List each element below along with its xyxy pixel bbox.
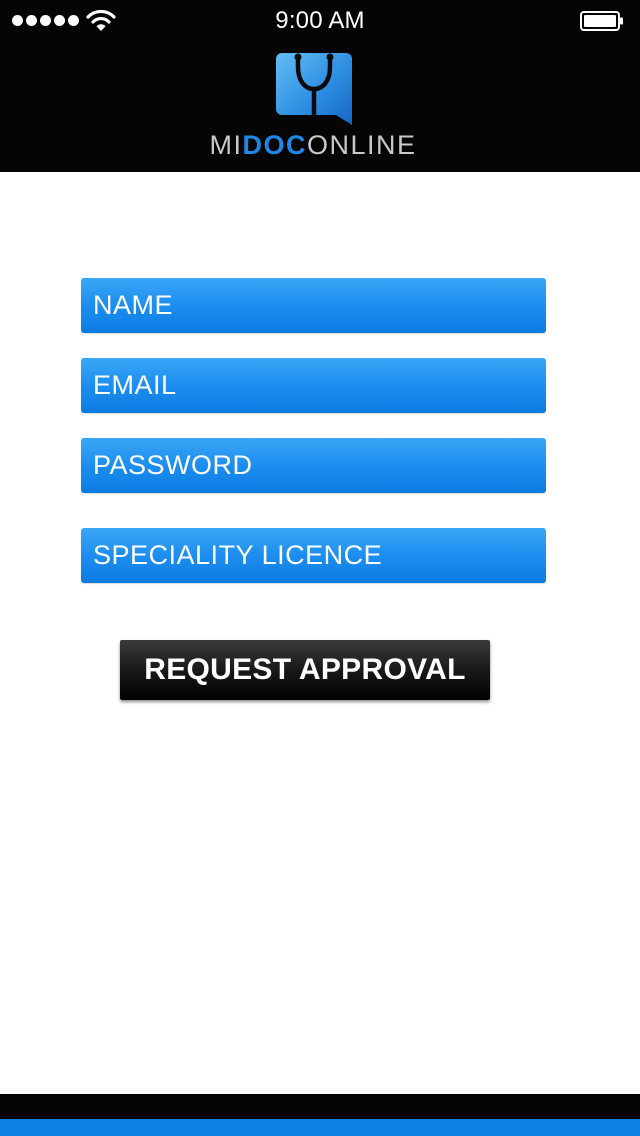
brand-part-doc: DOC xyxy=(242,130,307,160)
stethoscope-chat-bubble-icon xyxy=(276,53,352,125)
footer-bar xyxy=(0,1094,640,1119)
name-field[interactable]: NAME xyxy=(81,278,546,333)
battery-icon xyxy=(580,11,623,31)
footer-accent-bar xyxy=(0,1119,640,1136)
speciality-licence-field[interactable]: SPECIALITY LICENCE xyxy=(81,528,546,583)
brand-part-mi: MI xyxy=(209,130,243,160)
request-approval-button[interactable]: REQUEST APPROVAL xyxy=(120,640,490,700)
app-header: 9:00 AM MIDOCONLINE xyxy=(0,0,640,172)
email-field[interactable]: EMAIL xyxy=(81,358,546,413)
status-time: 9:00 AM xyxy=(275,7,365,34)
brand-wordmark: MIDOCONLINE xyxy=(150,128,476,162)
password-field[interactable]: PASSWORD xyxy=(81,438,546,493)
status-bar: 9:00 AM xyxy=(0,0,640,40)
brand-part-online: ONLINE xyxy=(306,130,417,160)
